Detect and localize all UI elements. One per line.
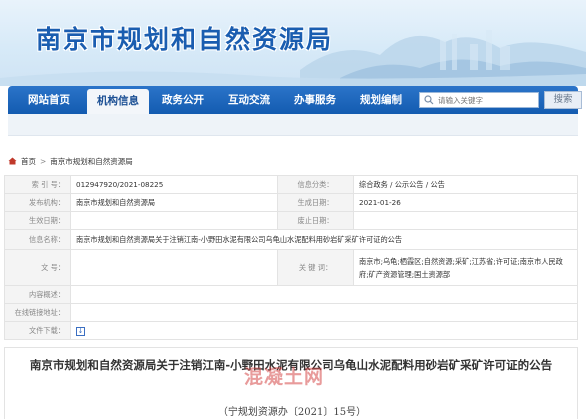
table-row: 索 引 号： 012947920/2021-08225 信息分类： 综合政务 /… [4, 175, 578, 194]
search-input[interactable] [438, 93, 538, 107]
info-name-value: 南京市规划和自然资源局关于注销江南-小野田水泥有限公司乌龟山水泥配料用砂岩矿采矿… [70, 229, 578, 250]
table-row: 在线链接地址： [4, 303, 578, 322]
watermark: 混凝土网 [244, 366, 325, 388]
expire-date-value [353, 211, 578, 230]
article-doc-number: （宁规划资源办〔2021〕15号） [217, 407, 367, 418]
nav-subbar [8, 114, 578, 136]
doc-number-label: 文 号： [4, 249, 71, 286]
breadcrumb-separator: > [40, 156, 47, 166]
online-link-label: 在线链接地址： [4, 303, 71, 322]
home-icon [8, 157, 17, 165]
breadcrumb-current-link[interactable]: 南京市规划和自然资源局 [50, 156, 133, 167]
breadcrumb-home-link[interactable]: 首页 [21, 156, 36, 167]
main-nav: 网站首页 机构信息 政务公开 互动交流 办事服务 规划编制 搜索 [8, 86, 582, 114]
site-title[interactable]: 南京市规划和自然资源局 [36, 20, 333, 56]
keywords-value: 南京市;乌龟;栖霞区;自然资源;采矿;江苏省;许可证;南京市人民政府;矿产资源管… [353, 249, 578, 286]
overview-value [70, 285, 578, 304]
table-row: 文 号： 关 键 词： 南京市;乌龟;栖霞区;自然资源;采矿;江苏省;许可证;南… [4, 249, 578, 286]
publisher-label: 发布机构： [4, 193, 71, 212]
overview-label: 内容概述： [4, 285, 71, 304]
search-button[interactable]: 搜索 [544, 91, 582, 109]
created-date-label: 生成日期： [277, 193, 354, 212]
download-label: 文件下载： [4, 321, 71, 340]
nav-interaction[interactable]: 互动交流 [216, 86, 282, 114]
index-value: 012947920/2021-08225 [70, 175, 278, 194]
search-box [419, 92, 539, 108]
keywords-label: 关 键 词： [277, 249, 354, 286]
index-label: 索 引 号： [4, 175, 71, 194]
table-row: 信息名称： 南京市规划和自然资源局关于注销江南-小野田水泥有限公司乌龟山水泥配料… [4, 229, 578, 250]
category-label: 信息分类： [277, 175, 354, 194]
nav-services[interactable]: 办事服务 [282, 86, 348, 114]
nav-home[interactable]: 网站首页 [16, 86, 82, 114]
publisher-value: 南京市规划和自然资源局 [70, 193, 278, 212]
breadcrumb: 首页 > 南京市规划和自然资源局 [8, 155, 133, 167]
download-icon[interactable]: ↓ [76, 326, 85, 336]
category-value: 综合政务 / 公示公告 / 公告 [353, 175, 578, 194]
table-row: 内容概述： [4, 285, 578, 304]
online-link-value [70, 303, 578, 322]
page: 南京市规划和自然资源局 网站首页 机构信息 政务公开 互动交流 办事服务 规划编… [0, 0, 586, 419]
created-date-value: 2021-01-26 [353, 193, 578, 212]
nav-gov-affairs[interactable]: 政务公开 [150, 86, 216, 114]
info-table: 索 引 号： 012947920/2021-08225 信息分类： 综合政务 /… [4, 175, 578, 340]
nav-org-info[interactable]: 机构信息 [87, 89, 149, 114]
download-cell: ↓ [70, 321, 578, 340]
expire-date-label: 废止日期： [277, 211, 354, 230]
table-row: 文件下载： ↓ [4, 321, 578, 340]
nav-planning[interactable]: 规划编制 [348, 86, 414, 114]
header-banner: 南京市规划和自然资源局 [0, 0, 586, 86]
doc-number-value [70, 249, 278, 286]
table-row: 发布机构： 南京市规划和自然资源局 生成日期： 2021-01-26 [4, 193, 578, 212]
effective-date-label: 生效日期： [4, 211, 71, 230]
search-icon [424, 95, 434, 105]
info-name-label: 信息名称： [4, 229, 71, 250]
table-row: 生效日期： 废止日期： [4, 211, 578, 230]
effective-date-value [70, 211, 278, 230]
